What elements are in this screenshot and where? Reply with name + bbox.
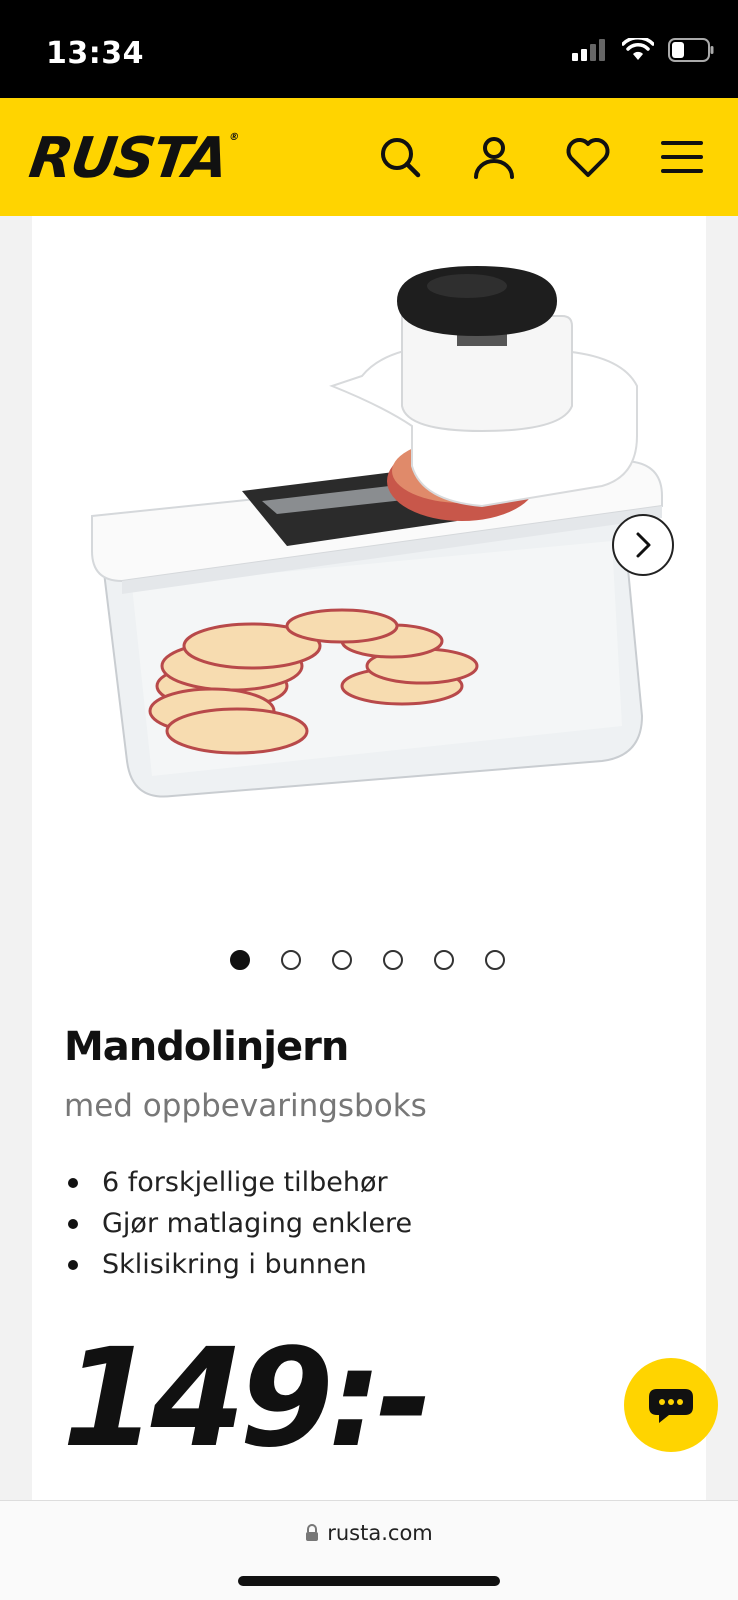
chevron-right-icon <box>636 532 651 558</box>
signal-icon <box>572 39 605 61</box>
search-button[interactable] <box>376 133 424 181</box>
url-display[interactable]: rusta.com <box>0 1521 738 1545</box>
account-button[interactable] <box>470 133 518 181</box>
home-indicator[interactable] <box>238 1576 500 1586</box>
favorites-button[interactable] <box>564 133 612 181</box>
status-time: 13:34 <box>46 36 144 71</box>
product-subtitle: med oppbevaringsboks <box>64 1088 427 1124</box>
user-icon <box>474 137 514 179</box>
battery-icon <box>668 38 714 62</box>
product-card: Mandolinjern med oppbevaringsboks 6 fors… <box>32 216 706 1500</box>
gallery-dot[interactable] <box>332 950 352 970</box>
feature-item: Sklisikring i bunnen <box>64 1244 412 1285</box>
site-header: RUSTA® <box>0 98 738 216</box>
product-price: 149:- <box>62 1320 433 1478</box>
url-text: rusta.com <box>327 1521 433 1545</box>
gallery-dot[interactable] <box>281 950 301 970</box>
product-image-mandoline[interactable] <box>62 256 682 816</box>
gallery-dot[interactable] <box>485 950 505 970</box>
status-icons <box>572 38 714 62</box>
heart-icon <box>566 138 610 177</box>
rusta-logo[interactable]: RUSTA® <box>25 126 238 191</box>
wifi-icon <box>622 38 654 60</box>
logo-text: RUSTA <box>25 126 231 191</box>
gallery-next-button[interactable] <box>612 514 674 576</box>
chat-bubble-icon <box>649 1389 693 1423</box>
gallery-dot[interactable] <box>383 950 403 970</box>
search-icon <box>381 138 421 178</box>
status-bar: 13:34 <box>0 0 738 98</box>
feature-item: Gjør matlaging enklere <box>64 1203 412 1244</box>
menu-icon <box>661 141 703 173</box>
product-features: 6 forskjellige tilbehør Gjør matlaging e… <box>64 1162 412 1285</box>
lock-icon <box>306 1524 319 1541</box>
gallery-dot[interactable] <box>434 950 454 970</box>
gallery-pagination <box>230 950 505 970</box>
menu-button[interactable] <box>658 133 706 181</box>
gallery-dot[interactable] <box>230 950 250 970</box>
logo-registered-mark: ® <box>228 132 238 143</box>
chat-button[interactable] <box>624 1358 718 1452</box>
product-title: Mandolinjern <box>64 1024 349 1070</box>
feature-item: 6 forskjellige tilbehør <box>64 1162 412 1203</box>
